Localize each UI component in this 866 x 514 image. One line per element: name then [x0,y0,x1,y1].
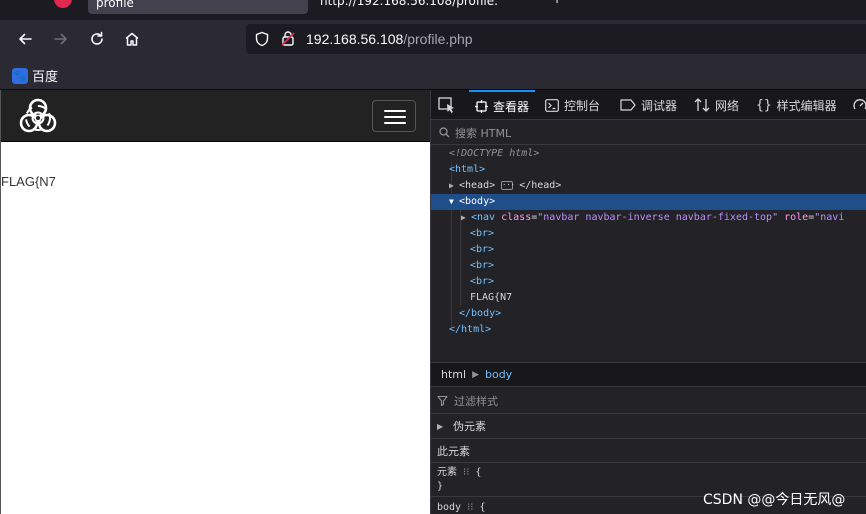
tree-node-html[interactable]: <html> [431,162,866,178]
url-path: /profile.php [403,31,473,47]
tree-node-br[interactable]: <br> [431,274,866,290]
ellipsis-icon[interactable]: ··· [501,180,515,190]
url-text[interactable]: 192.168.56.108/profile.php [306,31,473,47]
debugger-icon [620,99,636,111]
tree-node-head[interactable]: ▶ <head> ··· </head> [431,178,866,194]
breadcrumb: html ▶ body [431,362,866,387]
filter-styles-input[interactable]: 过滤样式 [431,388,866,414]
element-rule-selector: 元素 [437,467,457,478]
watermark-text: CSDN @@今日无风@ [703,492,846,508]
devtools-panel: 查看器 控制台 调试器 网络 {} 样式编辑器 搜索 HTML <!DOCTYP… [430,90,866,514]
markup-tree: <!DOCTYPE html> <html> ▶ <head> ··· </hea… [431,146,866,362]
tree-node-nav[interactable]: ▶ <nav class="navbar navbar-inverse navba… [431,210,866,226]
new-tab-button[interactable]: + [552,0,562,6]
bookmarks-toolbar: 🐾 百度 [0,58,866,90]
search-icon [439,127,450,138]
devtools-tab-console[interactable]: 控制台 [545,90,600,120]
pseudo-elements-toggle[interactable]: ▶ 伪元素 [431,414,866,439]
console-icon [545,98,559,112]
element-picker-icon[interactable] [437,96,457,114]
devtools-toolbar: 查看器 控制台 调试器 网络 {} 样式编辑器 [431,90,866,120]
lock-insecure-icon[interactable] [280,30,296,47]
page-flag-text: FLAG{N7 [1,174,56,189]
style-editor-icon: {} [756,97,772,113]
tree-node-br[interactable]: <br> [431,242,866,258]
tree-node-doctype[interactable]: <!DOCTYPE html> [431,146,866,162]
reload-icon[interactable] [87,29,107,49]
breadcrumb-html[interactable]: html [441,368,466,381]
network-icon [694,98,710,112]
shield-icon[interactable] [254,31,270,47]
forward-arrow-icon[interactable] [51,29,71,49]
devtools-tab-inspector[interactable]: 查看器 [469,90,536,120]
this-element-header: 此元素 [431,439,866,463]
html-search-placeholder: 搜索 HTML [455,126,512,140]
inspector-icon [475,99,488,113]
home-icon[interactable] [122,29,142,49]
biohazard-logo[interactable] [17,97,59,137]
back-arrow-icon[interactable] [15,29,35,49]
html-search-input[interactable]: 搜索 HTML [431,121,866,145]
filter-icon [437,395,448,406]
this-element-label: 此元素 [437,444,470,458]
tab-inactive-title[interactable]: http://192.168.56.108/profile. [320,0,498,8]
tab-active[interactable]: profile [88,0,308,14]
browser-toolbar: 192.168.56.108/profile.php [0,20,866,58]
grid-icon[interactable]: ⁝⁝ [467,502,473,513]
navbar-toggle-button[interactable] [372,100,416,132]
url-bar[interactable]: 192.168.56.108/profile.php [246,24,866,54]
filter-styles-placeholder: 过滤样式 [454,394,498,408]
tab-strip: profile http://192.168.56.108/profile. + [0,0,866,20]
tree-node-body[interactable]: ▼ <body> [431,194,866,210]
tree-node-br[interactable]: <br> [431,258,866,274]
breadcrumb-body[interactable]: body [485,368,512,381]
devtools-tab-debugger[interactable]: 调试器 [620,90,677,120]
expand-arrow-icon[interactable]: ▶ [449,178,459,194]
performance-icon[interactable] [853,98,866,112]
baidu-paw-icon: 🐾 [12,67,28,84]
chevron-right-icon: ▶ [472,369,479,380]
bookmark-label: 百度 [32,70,59,85]
tree-node-body-close[interactable]: </body> [431,306,866,322]
tree-node-br[interactable]: <br> [431,226,866,242]
devtools-tab-network[interactable]: 网络 [694,90,739,120]
page-viewport: FLAG{N7 [0,90,430,514]
expand-arrow-icon: ▶ [437,421,444,431]
collapse-arrow-icon[interactable]: ▼ [449,194,459,210]
tree-node-text[interactable]: FLAG{N7 [431,290,866,306]
window-close-icon[interactable] [54,0,72,8]
body-rule-selector: body [437,502,462,513]
expand-arrow-icon[interactable]: ▶ [461,210,471,226]
site-navbar [1,90,430,142]
devtools-tab-style-editor[interactable]: {} 样式编辑器 [756,90,837,120]
grid-icon[interactable]: ⁝⁝ [463,467,469,478]
url-host: 192.168.56.108 [306,31,404,47]
tab-active-title: profile [96,0,134,10]
tree-node-html-close[interactable]: </html> [431,322,866,338]
pseudo-elements-label: 伪元素 [453,420,486,433]
bookmark-baidu[interactable]: 🐾 百度 [12,66,58,85]
